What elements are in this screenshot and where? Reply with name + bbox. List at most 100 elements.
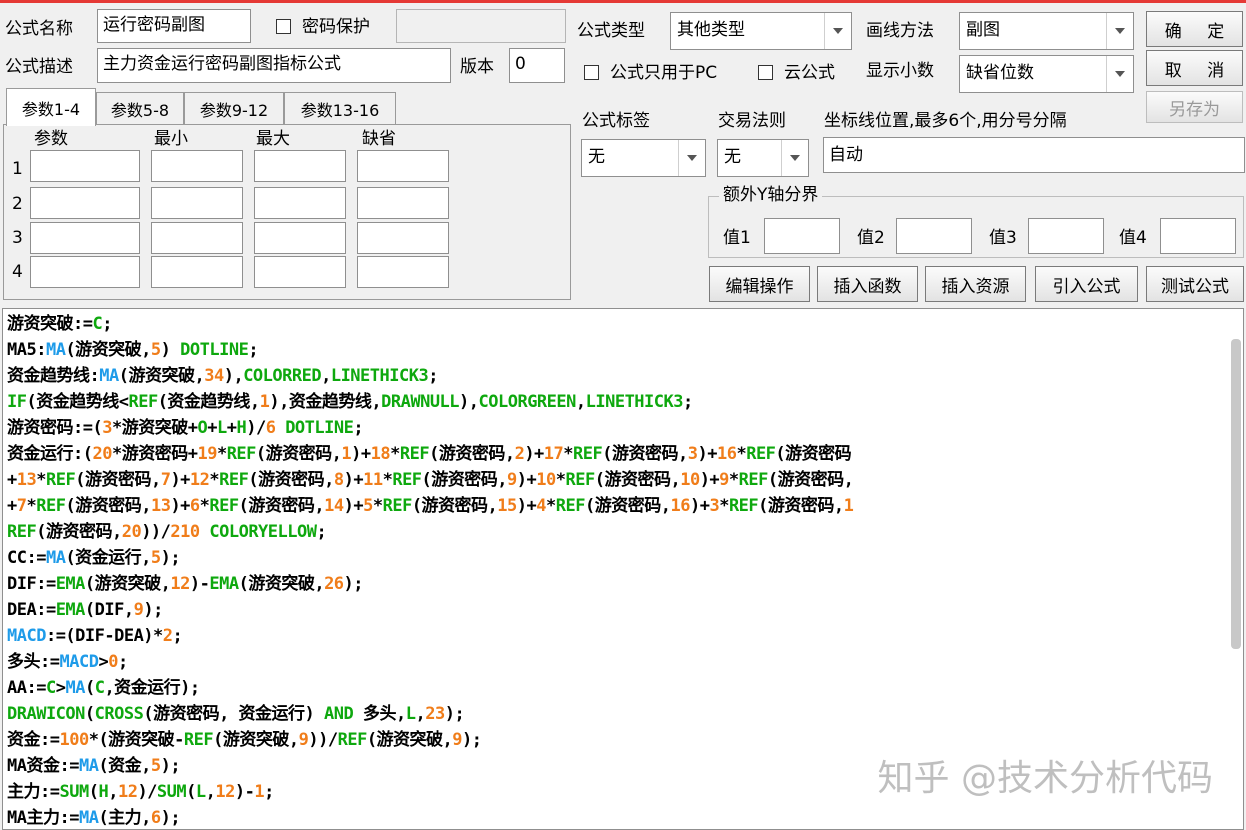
- code-token: )+: [170, 470, 190, 490]
- code-token: :=(DIF-DEA)*: [45, 626, 163, 646]
- code-token: 100: [59, 730, 89, 750]
- code-token: REF: [337, 730, 368, 750]
- code-token: 9: [452, 730, 463, 750]
- code-token: (DIF,: [84, 600, 134, 620]
- code-token: O: [197, 418, 208, 438]
- formula-code-editor[interactable]: 游资突破:=C; MA5:MA(游资突破,5) DOTLINE; 资金趋势线:MA(…: [2, 308, 1244, 830]
- param-4-default-input[interactable]: [357, 256, 449, 288]
- code-token: 1: [254, 782, 265, 802]
- axis-position-input[interactable]: 自动: [823, 137, 1245, 173]
- chevron-down-icon[interactable]: [824, 13, 851, 49]
- param-header-name: 参数: [34, 129, 68, 149]
- param-2-max-input[interactable]: [254, 187, 346, 219]
- code-token: REF: [45, 470, 76, 490]
- title-accent-line: [0, 0, 1246, 3]
- formula-tag-select[interactable]: 无: [581, 139, 706, 177]
- code-token: LINETHICK3: [330, 366, 429, 386]
- pc-only-checkbox[interactable]: [584, 65, 599, 80]
- param-1-default-input[interactable]: [357, 150, 449, 182]
- test-formula-button[interactable]: 测试公式: [1146, 266, 1244, 302]
- code-token: (游资密码,: [65, 496, 151, 516]
- tab-params-5-8[interactable]: 参数5-8: [96, 92, 184, 124]
- param-2-default-input[interactable]: [357, 187, 449, 219]
- chevron-down-icon[interactable]: [1106, 56, 1133, 92]
- code-token: ,资金运行);: [104, 678, 200, 698]
- code-token: L: [195, 782, 206, 802]
- formula-tag-label: 公式标签: [582, 111, 650, 131]
- code-token: 16: [716, 444, 737, 464]
- formula-desc-input[interactable]: 主力资金运行密码副图指标公式: [97, 48, 451, 83]
- code-token: 18: [370, 444, 391, 464]
- code-line: 游资突破:=C;: [7, 311, 1223, 337]
- cloud-formula-checkbox[interactable]: [758, 65, 773, 80]
- param-row-number: 1: [12, 159, 23, 179]
- param-4-name-input[interactable]: [30, 256, 140, 288]
- ok-button[interactable]: 确 定: [1146, 11, 1243, 47]
- formula-name-input[interactable]: 运行密码副图: [97, 9, 251, 43]
- param-4-max-input[interactable]: [254, 256, 346, 288]
- code-token: COLORGREEN: [478, 392, 577, 412]
- code-token: (资金趋势线,: [157, 392, 260, 412]
- chevron-down-icon[interactable]: [678, 140, 705, 176]
- vertical-scrollbar[interactable]: [1231, 339, 1241, 649]
- insert-resource-button[interactable]: 插入资源: [925, 266, 1026, 302]
- tab-params-13-16[interactable]: 参数13-16: [284, 92, 396, 124]
- code-token: ))/: [308, 730, 338, 750]
- code-token: *: [372, 496, 383, 516]
- code-token: MA: [65, 678, 85, 698]
- code-token: 10: [680, 470, 700, 490]
- decimals-select[interactable]: 缺省位数: [959, 55, 1134, 93]
- param-1-max-input[interactable]: [254, 150, 346, 182]
- param-4-min-input[interactable]: [151, 256, 243, 288]
- param-3-min-input[interactable]: [151, 222, 243, 254]
- code-token: 19: [197, 444, 217, 464]
- import-formula-button[interactable]: 引入公式: [1035, 266, 1138, 302]
- code-token: (游资密码,: [75, 470, 161, 490]
- value3-input[interactable]: [1028, 218, 1104, 254]
- code-token: );: [160, 756, 181, 776]
- code-token: )-: [234, 782, 255, 802]
- version-input[interactable]: 0: [509, 48, 565, 83]
- code-token: );: [160, 548, 181, 568]
- cancel-button[interactable]: 取 消: [1146, 50, 1243, 86]
- param-2-min-input[interactable]: [151, 187, 243, 219]
- code-line: DRAWICON(CROSS(游资密码, 资金运行) AND 多头,L,23);: [7, 701, 1223, 727]
- code-token: COLORYELLOW: [209, 522, 317, 542]
- code-token: 20: [92, 444, 112, 464]
- insert-function-button[interactable]: 插入函数: [817, 266, 918, 302]
- param-1-min-input[interactable]: [151, 150, 243, 182]
- value1-input[interactable]: [764, 218, 840, 254]
- edit-operation-button[interactable]: 编辑操作: [709, 266, 810, 302]
- tab-params-1-4[interactable]: 参数1-4: [6, 88, 96, 126]
- code-token: 8: [333, 470, 344, 490]
- code-line: IF(资金趋势线<REF(资金趋势线,1),资金趋势线,DRAWNULL),CO…: [7, 389, 1223, 415]
- code-token: *: [26, 496, 37, 516]
- param-3-max-input[interactable]: [254, 222, 346, 254]
- param-2-name-input[interactable]: [30, 187, 140, 219]
- param-1-name-input[interactable]: [30, 150, 140, 182]
- code-token: 20: [121, 522, 142, 542]
- code-token: ,: [415, 704, 426, 724]
- chevron-down-icon[interactable]: [1106, 13, 1133, 49]
- tab-params-9-12[interactable]: 参数9-12: [184, 92, 284, 124]
- draw-method-select[interactable]: 副图: [959, 12, 1134, 50]
- code-token: ;: [316, 522, 327, 542]
- code-token: )-: [189, 574, 210, 594]
- trade-rule-select[interactable]: 无: [717, 139, 809, 177]
- code-token: 14: [324, 496, 344, 516]
- formula-type-select[interactable]: 其他类型: [670, 12, 852, 50]
- code-line: 游资密码:=(3*游资突破+O+L+H)/6 DOTLINE;: [7, 415, 1223, 441]
- param-3-default-input[interactable]: [357, 222, 449, 254]
- value4-input[interactable]: [1160, 218, 1236, 254]
- param-3-name-input[interactable]: [30, 222, 140, 254]
- code-token: MACD: [59, 652, 99, 672]
- code-token: (游资密码,: [602, 444, 688, 464]
- chevron-down-icon[interactable]: [781, 140, 808, 176]
- code-token: ;: [102, 314, 112, 334]
- code-token: 12: [189, 470, 210, 490]
- params-panel: 参数 最小 最大 缺省 1 2 3 4: [3, 124, 571, 300]
- value2-input[interactable]: [896, 218, 972, 254]
- code-token: )+: [689, 496, 710, 516]
- code-token: (游资突破,: [366, 730, 453, 750]
- password-protect-checkbox[interactable]: [276, 19, 291, 34]
